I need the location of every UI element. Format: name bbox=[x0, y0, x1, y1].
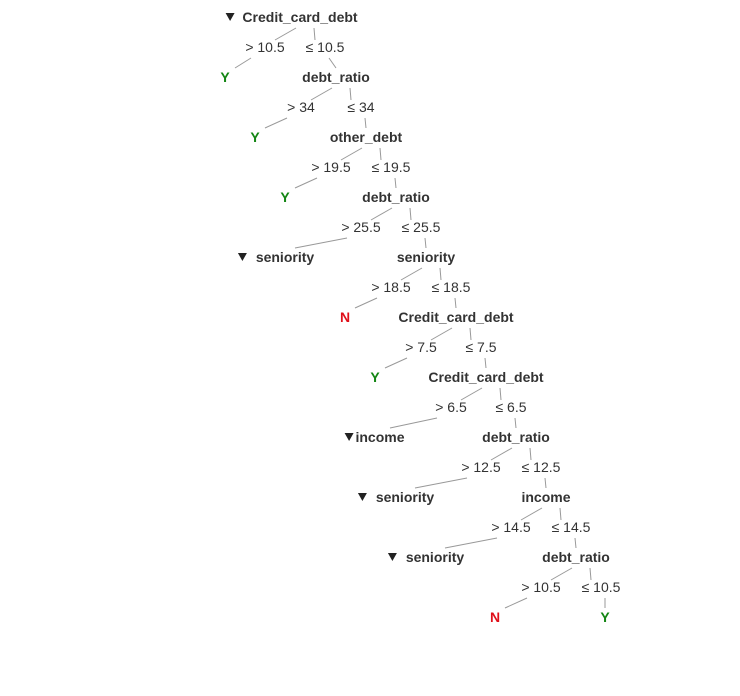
edge-line bbox=[544, 477, 547, 489]
collapsible-node[interactable]: seniority bbox=[357, 489, 435, 505]
collapse-triangle-icon[interactable] bbox=[357, 493, 367, 501]
collapsible-node[interactable]: seniority bbox=[387, 549, 465, 565]
split-condition-label: ≤ 12.5 bbox=[522, 459, 561, 475]
split-condition-label: > 10.5 bbox=[521, 579, 561, 595]
split-condition-label: ≤ 10.5 bbox=[306, 39, 345, 55]
leaf-class-label: Y bbox=[250, 129, 260, 145]
edge-line bbox=[394, 177, 397, 189]
split-condition-label: ≤ 19.5 bbox=[372, 159, 411, 175]
edge-line bbox=[328, 57, 337, 69]
collapsible-node[interactable]: Credit_card_debt bbox=[225, 9, 358, 25]
split-condition-label: > 10.5 bbox=[245, 39, 285, 55]
collapse-triangle-icon[interactable] bbox=[237, 253, 247, 261]
split-node: other_debt bbox=[330, 129, 403, 145]
split-condition-label: ≤ 25.5 bbox=[402, 219, 441, 235]
edge-line bbox=[444, 537, 498, 549]
node-feature-label: Credit_card_debt bbox=[428, 369, 543, 385]
split-condition-label: > 25.5 bbox=[341, 219, 381, 235]
split-node: Credit_card_debt bbox=[428, 369, 543, 385]
split-node: Credit_card_debt bbox=[398, 309, 513, 325]
node-feature-label: seniority bbox=[376, 489, 435, 505]
split-condition-label: > 14.5 bbox=[491, 519, 531, 535]
node-feature-label: income bbox=[355, 429, 404, 445]
edge-line bbox=[364, 117, 367, 129]
split-condition-label: ≤ 34 bbox=[347, 99, 374, 115]
split-node: debt_ratio bbox=[362, 189, 430, 205]
split-node: debt_ratio bbox=[482, 429, 550, 445]
node-feature-label: income bbox=[521, 489, 570, 505]
node-feature-label: debt_ratio bbox=[542, 549, 610, 565]
edge-line bbox=[454, 297, 457, 309]
node-feature-label: debt_ratio bbox=[302, 69, 370, 85]
split-condition-label: ≤ 6.5 bbox=[495, 399, 526, 415]
collapse-triangle-icon[interactable] bbox=[225, 13, 235, 21]
node-feature-label: other_debt bbox=[330, 129, 403, 145]
collapsible-node[interactable]: seniority bbox=[237, 249, 315, 265]
split-condition-label: > 6.5 bbox=[435, 399, 467, 415]
decision-tree: > 10.5 ≤ 10.5 > 34 ≤ 34 > 19.5 ≤ 19.5 > 25.5 ≤ … bbox=[220, 9, 621, 625]
node-feature-label: debt_ratio bbox=[362, 189, 430, 205]
edge-line bbox=[414, 477, 468, 489]
edge-line bbox=[234, 57, 252, 69]
node-feature-label: seniority bbox=[256, 249, 315, 265]
collapse-triangle-icon[interactable] bbox=[344, 433, 354, 441]
leaf-class-label: N bbox=[340, 309, 350, 325]
node-feature-label: Credit_card_debt bbox=[398, 309, 513, 325]
edge-line bbox=[504, 597, 528, 609]
edge-line bbox=[574, 537, 577, 549]
split-node: income bbox=[521, 489, 570, 505]
edge-line bbox=[264, 117, 288, 129]
edge-line bbox=[389, 417, 438, 429]
split-node: debt_ratio bbox=[302, 69, 370, 85]
edge-line bbox=[294, 237, 348, 249]
split-condition-label: ≤ 18.5 bbox=[432, 279, 471, 295]
split-condition-label: > 34 bbox=[287, 99, 315, 115]
split-condition-label: ≤ 14.5 bbox=[552, 519, 591, 535]
node-feature-label: seniority bbox=[406, 549, 465, 565]
split-condition-label: > 18.5 bbox=[371, 279, 411, 295]
edge-line bbox=[424, 237, 427, 249]
node-feature-label: Credit_card_debt bbox=[242, 9, 357, 25]
edge-line bbox=[294, 177, 318, 189]
split-condition-label: > 19.5 bbox=[311, 159, 351, 175]
edge-line bbox=[484, 357, 487, 369]
edge-line bbox=[514, 417, 517, 429]
leaf-class-label: Y bbox=[600, 609, 610, 625]
split-condition-label: > 12.5 bbox=[461, 459, 501, 475]
leaf-class-label: Y bbox=[280, 189, 290, 205]
split-condition-label: ≤ 10.5 bbox=[582, 579, 621, 595]
edge-line bbox=[384, 357, 408, 369]
leaf-class-label: N bbox=[490, 609, 500, 625]
leaf-class-label: Y bbox=[220, 69, 230, 85]
split-condition-label: > 7.5 bbox=[405, 339, 437, 355]
collapsible-node[interactable]: income bbox=[344, 429, 405, 445]
node-feature-label: debt_ratio bbox=[482, 429, 550, 445]
split-condition-label: ≤ 7.5 bbox=[465, 339, 496, 355]
collapse-triangle-icon[interactable] bbox=[387, 553, 397, 561]
leaf-class-label: Y bbox=[370, 369, 380, 385]
edge-line bbox=[354, 297, 378, 309]
node-feature-label: seniority bbox=[397, 249, 456, 265]
split-node: debt_ratio bbox=[542, 549, 610, 565]
split-node: seniority bbox=[397, 249, 456, 265]
